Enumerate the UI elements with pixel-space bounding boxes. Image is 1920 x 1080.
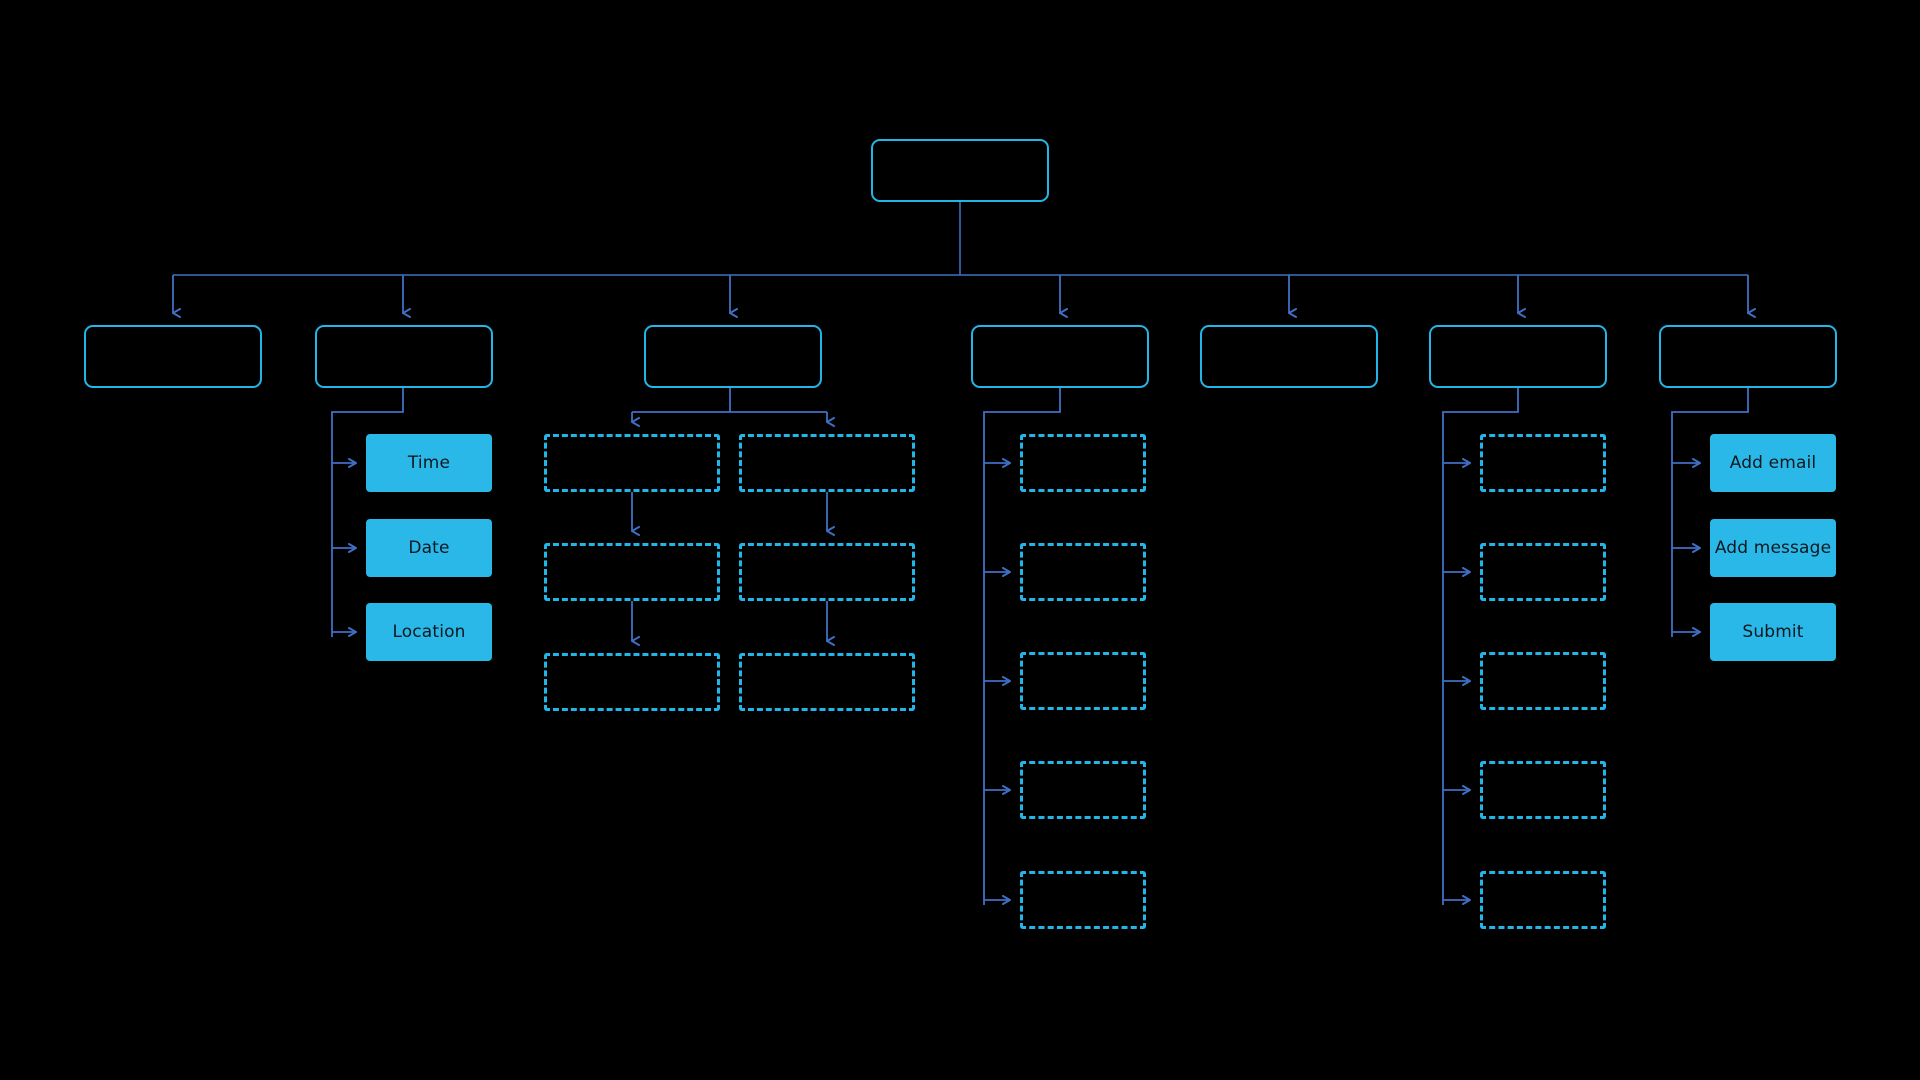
node-row2-3[interactable] <box>644 325 822 388</box>
node-row2-4[interactable] <box>971 325 1149 388</box>
node-layer: Time Date Location Add email Add message… <box>0 0 1920 1080</box>
node-submit[interactable]: Submit <box>1710 603 1836 661</box>
node-date-label: Date <box>408 537 450 558</box>
node-row2-7[interactable] <box>1659 325 1837 388</box>
node-col3-left-2[interactable] <box>544 543 720 601</box>
node-col3-right-2[interactable] <box>739 543 915 601</box>
node-col4-2[interactable] <box>1020 543 1146 601</box>
node-submit-label: Submit <box>1742 621 1804 642</box>
node-add-message[interactable]: Add message <box>1710 519 1836 577</box>
node-col3-right-3[interactable] <box>739 653 915 711</box>
node-col3-left-3[interactable] <box>544 653 720 711</box>
node-col6-4[interactable] <box>1480 761 1606 819</box>
node-time[interactable]: Time <box>366 434 492 492</box>
node-col4-5[interactable] <box>1020 871 1146 929</box>
node-col6-2[interactable] <box>1480 543 1606 601</box>
node-add-email[interactable]: Add email <box>1710 434 1836 492</box>
node-root[interactable] <box>871 139 1049 202</box>
node-date[interactable]: Date <box>366 519 492 577</box>
node-row2-6[interactable] <box>1429 325 1607 388</box>
node-add-email-label: Add email <box>1729 452 1817 473</box>
node-col3-right-1[interactable] <box>739 434 915 492</box>
node-col4-1[interactable] <box>1020 434 1146 492</box>
node-time-label: Time <box>407 452 451 473</box>
node-col6-3[interactable] <box>1480 652 1606 710</box>
node-col6-1[interactable] <box>1480 434 1606 492</box>
node-add-message-label: Add message <box>1714 537 1832 558</box>
node-col3-left-1[interactable] <box>544 434 720 492</box>
diagram-canvas: Time Date Location Add email Add message… <box>0 0 1920 1080</box>
node-col4-4[interactable] <box>1020 761 1146 819</box>
node-location[interactable]: Location <box>366 603 492 661</box>
node-location-label: Location <box>392 621 466 642</box>
node-row2-2[interactable] <box>315 325 493 388</box>
node-col4-3[interactable] <box>1020 652 1146 710</box>
node-col6-5[interactable] <box>1480 871 1606 929</box>
node-row2-1[interactable] <box>84 325 262 388</box>
node-row2-5[interactable] <box>1200 325 1378 388</box>
